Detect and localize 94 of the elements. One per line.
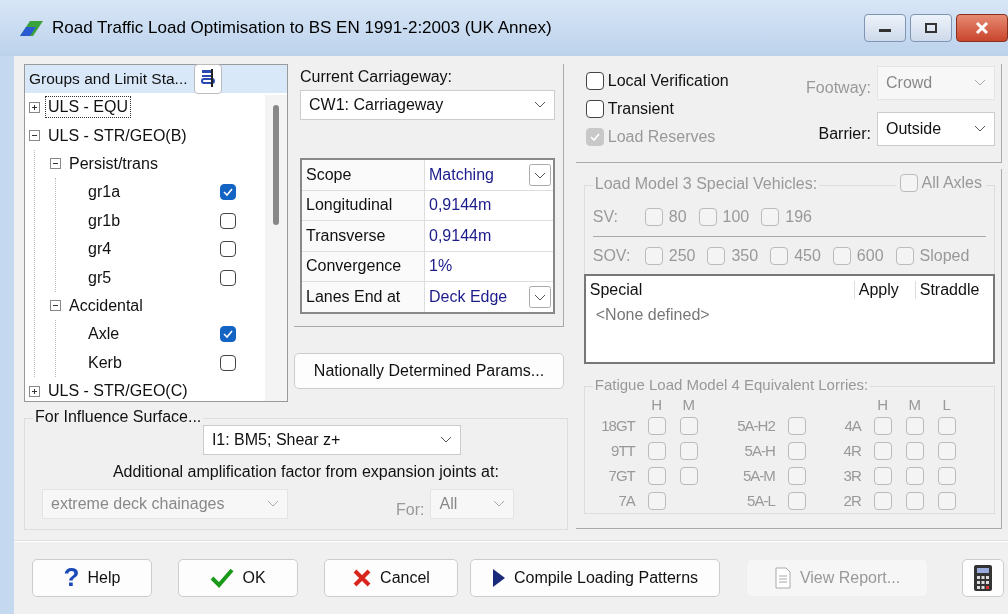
column-header: L bbox=[941, 395, 952, 413]
nationally-determined-params-button[interactable]: Nationally Determined Params... bbox=[294, 353, 564, 389]
tree-item[interactable]: gr5 bbox=[86, 267, 114, 288]
minimize-button[interactable] bbox=[864, 14, 906, 42]
lorry-label: 7GT bbox=[607, 467, 637, 484]
expand-icon[interactable] bbox=[29, 385, 40, 397]
sov-label: SOV: bbox=[592, 247, 632, 265]
checkbox[interactable] bbox=[220, 326, 236, 343]
dropdown-button[interactable] bbox=[529, 285, 551, 308]
checkbox[interactable]: Local Verification bbox=[585, 72, 729, 90]
checkbox[interactable] bbox=[220, 269, 236, 286]
calculator-icon bbox=[973, 563, 993, 592]
lorry-label: 4A bbox=[843, 417, 863, 434]
parameter-name: Transverse bbox=[302, 221, 425, 251]
maximize-icon bbox=[924, 22, 938, 34]
play-icon bbox=[491, 567, 506, 588]
group-title: Load Model 3 Special Vehicles: bbox=[592, 175, 820, 193]
lorry-label: 2R bbox=[842, 492, 862, 509]
for-label: For: bbox=[396, 501, 425, 519]
column-header: H bbox=[650, 395, 664, 413]
dropdown-button[interactable] bbox=[529, 163, 551, 186]
close-button[interactable] bbox=[956, 14, 1008, 42]
calculator-button[interactable] bbox=[962, 558, 1004, 597]
collapse-icon[interactable] bbox=[50, 300, 61, 312]
maximize-button[interactable] bbox=[910, 14, 952, 42]
lorry-label: 7A bbox=[617, 492, 637, 509]
lorry-label: 5A-H bbox=[743, 442, 776, 459]
checkbox[interactable] bbox=[220, 212, 236, 229]
lorry-label: 9TT bbox=[610, 442, 637, 459]
chevron-down-icon bbox=[439, 436, 452, 444]
parameter-dropdown[interactable]: Deck Edge bbox=[425, 282, 553, 312]
column-header: H bbox=[876, 395, 890, 413]
column-header: M bbox=[681, 395, 696, 413]
lorry-label: 5A-M bbox=[741, 467, 776, 484]
cancel-button[interactable]: Cancel bbox=[324, 558, 458, 597]
parameter-value: 0,9144m bbox=[428, 225, 493, 246]
tree-item[interactable]: Persist/trans bbox=[67, 153, 160, 174]
close-icon bbox=[974, 21, 990, 35]
tree-item[interactable]: gr1a bbox=[86, 182, 123, 203]
app-logo-icon bbox=[18, 19, 44, 37]
chevron-down-icon bbox=[534, 101, 546, 109]
chevron-down-icon bbox=[267, 500, 279, 508]
tree-item[interactable]: gr4 bbox=[86, 239, 114, 260]
tree-item[interactable]: ULS - EQU bbox=[46, 97, 130, 118]
group-title: Fatigue Load Model 4 Equivalent Lorries: bbox=[592, 376, 871, 393]
tree-header: Groups and Limit Sta... bbox=[29, 70, 188, 88]
tree-item[interactable]: Accidental bbox=[67, 295, 145, 316]
parameter-name: Lanes End at bbox=[302, 282, 425, 312]
scrollbar[interactable] bbox=[265, 95, 287, 401]
parameter-value: 1% bbox=[428, 256, 454, 277]
ok-button[interactable]: OK bbox=[178, 558, 298, 597]
chevron-down-icon bbox=[974, 125, 986, 133]
chevron-down-icon bbox=[493, 500, 506, 508]
expand-icon[interactable] bbox=[29, 101, 40, 113]
checkbox[interactable] bbox=[220, 241, 236, 258]
barrier-label: Barrier: bbox=[818, 125, 871, 143]
tree-item[interactable]: gr1b bbox=[86, 210, 123, 231]
chevron-down-icon bbox=[974, 79, 986, 87]
amplification-label: Additional amplification factor from expansion joints at: bbox=[112, 463, 499, 481]
checkbox[interactable] bbox=[220, 354, 236, 371]
carriageway-dropdown[interactable]: CW1: Carriageway bbox=[300, 90, 555, 120]
lorry-label: 3R bbox=[842, 467, 862, 484]
lorry-label: 18GT bbox=[600, 417, 637, 434]
empty-list-text: <None defined> bbox=[594, 306, 711, 324]
tree-item[interactable]: ULS - STR/GEO(C) bbox=[46, 381, 190, 402]
window-title: Road Traffic Load Optimisation to BS EN 1991-2:2003 (UK Annex) bbox=[52, 18, 552, 38]
lorry-label: 4R bbox=[842, 442, 862, 459]
parameter-name: Scope bbox=[302, 160, 425, 190]
cross-icon bbox=[352, 567, 373, 588]
collapse-icon[interactable] bbox=[29, 130, 40, 142]
carriageway-label: Current Carriageway: bbox=[300, 68, 454, 86]
tree-item[interactable]: Axle bbox=[86, 324, 122, 345]
parameter-name: Longitudinal bbox=[302, 190, 425, 220]
tree-item[interactable]: ULS - STR/GEO(B) bbox=[46, 125, 189, 146]
parameter-name: Convergence bbox=[302, 251, 425, 281]
column-header: M bbox=[907, 395, 922, 413]
barrier-dropdown[interactable]: Outside bbox=[877, 112, 995, 146]
influence-surface-dropdown[interactable]: I1: BM5; Shear z+ bbox=[202, 425, 461, 455]
parameter-dropdown[interactable]: Matching bbox=[425, 160, 553, 190]
checkbox[interactable]: Transient bbox=[585, 100, 729, 118]
collapse-icon[interactable] bbox=[50, 158, 61, 170]
parameter-value: 0,9144m bbox=[428, 195, 493, 216]
checkbox[interactable] bbox=[220, 184, 236, 201]
document-icon bbox=[773, 566, 792, 589]
tree-item[interactable]: Kerb bbox=[86, 352, 124, 373]
help-button[interactable]: ? Help bbox=[32, 558, 152, 597]
list-tool-button[interactable] bbox=[193, 64, 222, 94]
checkmark-icon bbox=[210, 567, 235, 588]
footway-label: Footway: bbox=[806, 79, 871, 97]
lorry-label: 5A-L bbox=[746, 492, 777, 509]
sv-label: SV: bbox=[592, 208, 619, 226]
compile-button[interactable]: Compile Loading Patterns bbox=[470, 558, 720, 597]
lorry-label: 5A-H2 bbox=[736, 417, 776, 434]
list-icon bbox=[198, 68, 217, 90]
